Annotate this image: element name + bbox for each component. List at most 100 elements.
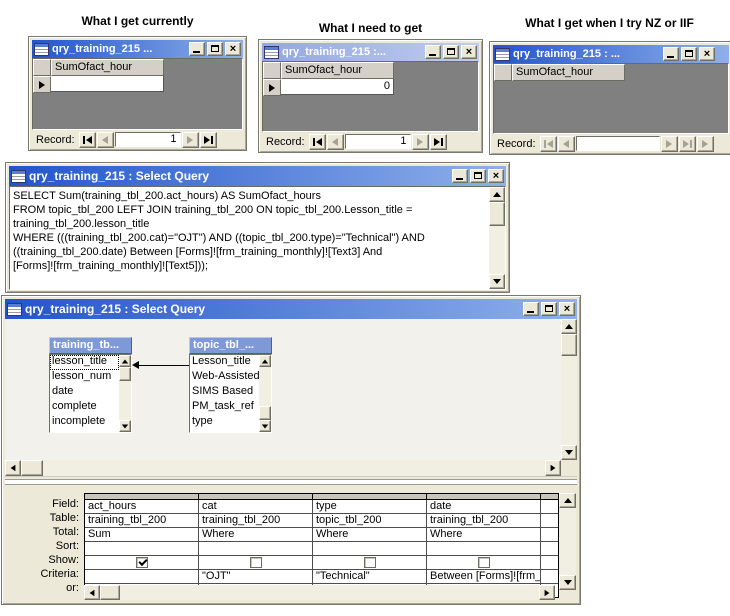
grid-cell-field[interactable]: act_hours — [85, 500, 199, 513]
data-cell[interactable] — [51, 76, 164, 92]
scroll-right-button[interactable] — [539, 585, 555, 600]
grid-cell-total[interactable]: Sum — [85, 528, 199, 541]
scroll-down-button[interactable] — [119, 420, 131, 432]
field-item[interactable]: type — [190, 415, 259, 430]
record-number-box[interactable]: 1 — [114, 132, 181, 147]
field-item[interactable]: Lesson_title — [190, 355, 259, 370]
grid-cell-stub[interactable] — [541, 528, 558, 541]
next-record-button[interactable] — [660, 135, 678, 152]
grid-cell-total[interactable]: Where — [313, 528, 427, 541]
join-line[interactable] — [138, 365, 189, 366]
scroll-up-button[interactable] — [119, 355, 131, 367]
field-list-title[interactable]: topic_tbl_... — [189, 337, 272, 354]
last-record-button[interactable] — [199, 131, 217, 148]
scroll-right-button[interactable] — [545, 460, 561, 476]
scrollbar-thumb[interactable] — [489, 202, 505, 226]
grid-vertical-scrollbar[interactable] — [559, 493, 576, 590]
next-record-button[interactable] — [181, 131, 199, 148]
grid-cell-field[interactable]: date — [427, 500, 541, 513]
grid-cell-show[interactable] — [427, 556, 541, 569]
title-bar[interactable]: qry_training_215 :... × — [262, 43, 479, 61]
grid-cell-field[interactable]: type — [313, 500, 427, 513]
field-list-title[interactable]: training_tb... — [49, 337, 132, 354]
title-bar[interactable]: qry_training_215 : Select Query × — [9, 166, 506, 186]
grid-cell-criteria[interactable]: "Technical" — [313, 570, 427, 583]
close-button[interactable]: × — [559, 302, 575, 316]
grid-cell-show[interactable] — [313, 556, 427, 569]
grid-cell-total[interactable]: Where — [199, 528, 313, 541]
show-checkbox[interactable] — [363, 557, 376, 568]
sql-text[interactable]: SELECT Sum(training_tbl_200.act_hours) A… — [10, 187, 488, 289]
next-record-button[interactable] — [411, 133, 429, 150]
grid-cell-criteria[interactable] — [85, 570, 199, 583]
last-record-button[interactable] — [429, 133, 447, 150]
minimize-button[interactable] — [189, 42, 205, 56]
first-record-button[interactable] — [539, 135, 557, 152]
first-record-button[interactable] — [78, 131, 96, 148]
field-item[interactable]: lesson_title — [50, 355, 119, 370]
column-header[interactable]: SumOfact_hour — [512, 64, 625, 81]
first-record-button[interactable] — [308, 133, 326, 150]
maximize-button[interactable] — [207, 42, 223, 56]
grid-cell-table[interactable]: training_tbl_200 — [85, 514, 199, 527]
show-checkbox[interactable] — [477, 557, 490, 568]
title-bar[interactable]: qry_training_215 : Select Query × — [5, 299, 577, 319]
pane-horizontal-scrollbar[interactable] — [5, 460, 561, 476]
sql-text-area[interactable]: SELECT Sum(training_tbl_200.act_hours) A… — [9, 186, 506, 290]
field-list-scrollbar[interactable] — [259, 355, 271, 432]
scrollbar-thumb[interactable] — [561, 334, 577, 356]
close-button[interactable]: × — [699, 47, 715, 61]
show-checkbox[interactable] — [249, 557, 262, 568]
datasheet-corner-cell[interactable] — [33, 59, 51, 76]
data-cell[interactable]: 0 — [281, 79, 394, 95]
title-bar[interactable]: qry_training_215 : ... × — [493, 45, 729, 63]
grid-cell-criteria[interactable]: "OJT" — [199, 570, 313, 583]
column-header[interactable]: SumOfact_hour — [51, 59, 164, 76]
column-header[interactable]: SumOfact_hour — [281, 62, 394, 79]
scroll-up-button[interactable] — [259, 355, 271, 367]
scroll-up-button[interactable] — [561, 319, 577, 334]
previous-record-button[interactable] — [326, 133, 344, 150]
grid-cell-stub[interactable] — [541, 514, 558, 527]
grid-cell-sort[interactable] — [85, 542, 199, 555]
minimize-button[interactable] — [663, 47, 679, 61]
grid-cell-sort[interactable] — [313, 542, 427, 555]
row-selector[interactable] — [263, 79, 281, 96]
close-button[interactable]: × — [225, 42, 241, 56]
grid-cell-stub[interactable] — [541, 556, 558, 569]
scrollbar-thumb[interactable] — [21, 460, 43, 476]
grid-cell-sort[interactable] — [199, 542, 313, 555]
field-list-scrollbar[interactable] — [119, 355, 131, 432]
grid-cell-stub[interactable] — [541, 570, 558, 583]
grid-cell-stub[interactable] — [541, 500, 558, 513]
record-number-box[interactable]: 1 — [344, 134, 411, 149]
close-button[interactable]: × — [488, 169, 504, 183]
grid-horizontal-scrollbar[interactable] — [84, 585, 555, 600]
show-checkbox-checked[interactable] — [135, 556, 148, 568]
scroll-down-button[interactable] — [561, 445, 577, 460]
scrollbar-thumb[interactable] — [119, 367, 131, 381]
scroll-down-button[interactable] — [259, 420, 271, 432]
grid-cell-sort[interactable] — [427, 542, 541, 555]
new-record-button[interactable] — [696, 135, 714, 152]
grid-cell-table[interactable]: topic_tbl_200 — [313, 514, 427, 527]
pane-splitter[interactable] — [5, 479, 577, 485]
record-number-box[interactable] — [575, 136, 660, 151]
last-record-button[interactable] — [678, 135, 696, 152]
scroll-up-button[interactable] — [559, 493, 576, 508]
field-item[interactable]: Web-Assisted — [190, 370, 259, 385]
grid-cell-show[interactable] — [199, 556, 313, 569]
grid-cell-table[interactable]: training_tbl_200 — [199, 514, 313, 527]
field-item[interactable]: incomplete — [50, 415, 119, 430]
field-list-training-tbl[interactable]: training_tb... lesson_title lesson_num dat… — [49, 337, 132, 433]
scroll-left-button[interactable] — [84, 585, 100, 600]
datasheet-corner-cell[interactable] — [494, 64, 512, 81]
previous-record-button[interactable] — [96, 131, 114, 148]
maximize-button[interactable] — [541, 302, 557, 316]
pane-vertical-scrollbar[interactable] — [561, 319, 577, 460]
scroll-down-button[interactable] — [489, 274, 505, 289]
field-list-topic-tbl[interactable]: topic_tbl_... Lesson_title Web-Assisted SI… — [189, 337, 272, 433]
grid-cell-total[interactable]: Where — [427, 528, 541, 541]
scrollbar-thumb[interactable] — [259, 406, 271, 420]
field-item[interactable]: date — [50, 385, 119, 400]
